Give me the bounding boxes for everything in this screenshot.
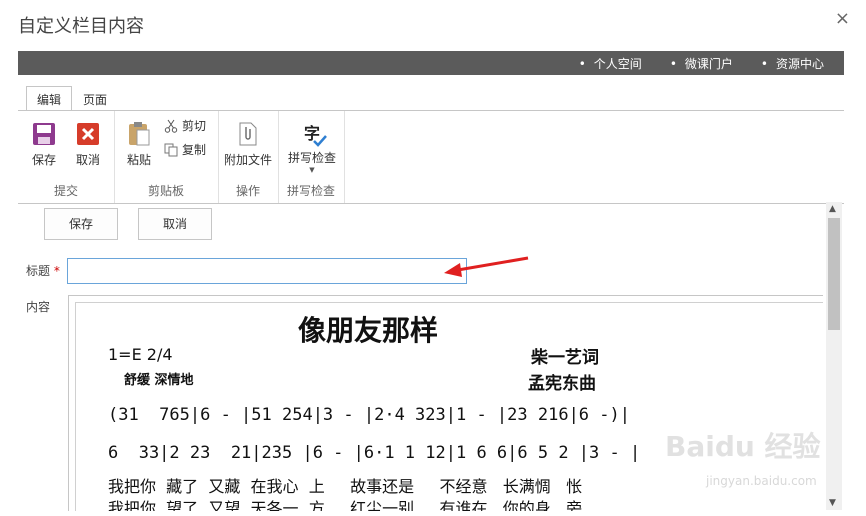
top-nav-bar: • 个人空间 • 微课门户 • 资源中心 (18, 51, 844, 75)
baidu-watermark: Baidu 经验 (665, 430, 821, 463)
tab-page[interactable]: 页面 (72, 86, 118, 113)
ribbon-cancel-button[interactable]: 取消 (70, 121, 106, 168)
notation-line-1: (31 765|6 - |51 254|3 - |2·4 323|1 - |23… (108, 405, 630, 425)
close-icon[interactable]: × (835, 8, 850, 29)
group-label-actions: 操作 (235, 184, 260, 198)
cut-label: 剪切 (182, 119, 207, 133)
copy-label: 复制 (182, 143, 207, 157)
spell-check-icon: 字 (299, 119, 327, 147)
tab-edit[interactable]: 编辑 (26, 86, 73, 113)
paperclip-document-icon (235, 121, 261, 147)
title-label: 标题 * (26, 262, 60, 279)
spell-check-button[interactable]: 字 拼写检查 ▼ (284, 119, 340, 174)
paste-button[interactable]: 粘贴 (122, 121, 156, 168)
ribbon-cancel-label: 取消 (75, 153, 100, 167)
bullet-icon: • (760, 56, 768, 71)
nav-label: 微课门户 (684, 56, 733, 71)
ribbon-group-actions: 附加文件 操作 (218, 111, 279, 203)
tempo-mood: 舒缓 深情地 (124, 373, 194, 388)
group-label-spelling: 拼写检查 (286, 184, 335, 198)
ribbon: 保存 取消 提交 粘贴 剪切 复制 剪贴板 附加文件 操作 字 拼写检查 ▼ 拼… (18, 110, 844, 204)
lyricist: 柴一艺词 (531, 348, 599, 368)
cancel-button[interactable]: 取消 (138, 208, 212, 240)
ribbon-group-clipboard: 粘贴 剪切 复制 剪贴板 (114, 111, 219, 203)
dialog-title: 自定义栏目内容 (18, 16, 144, 37)
vertical-scrollbar[interactable]: ▲ ▼ (826, 202, 842, 510)
nav-personal-space[interactable]: • 个人空间 (579, 55, 642, 72)
floppy-disk-icon (31, 121, 57, 147)
copy-button[interactable]: 复制 (164, 141, 206, 158)
baidu-watermark-url: jingyan.baidu.com (706, 474, 817, 488)
nav-microcourse-portal[interactable]: • 微课门户 (670, 55, 733, 72)
group-label-submit: 提交 (53, 184, 78, 198)
nav-resource-center[interactable]: • 资源中心 (761, 55, 824, 72)
title-input[interactable] (67, 258, 467, 284)
title-label-text: 标题 (26, 264, 51, 278)
paste-label: 粘贴 (126, 153, 151, 167)
cut-button[interactable]: 剪切 (164, 117, 206, 134)
chevron-down-icon: ▼ (309, 166, 315, 174)
scroll-up-icon[interactable]: ▲ (829, 204, 836, 214)
scissors-icon (164, 119, 178, 133)
annotation-arrow-icon (444, 256, 529, 277)
key-signature: 1=E 2/4 (108, 345, 173, 364)
attach-file-button[interactable]: 附加文件 (222, 121, 274, 168)
spell-check-label: 拼写检查 (287, 151, 336, 165)
song-title: 像朋友那样 (298, 314, 439, 347)
required-marker: * (53, 264, 60, 278)
lyrics-line-1: 我把你 藏了 又藏 在我心 上 故事还是 不经意 长满惆 怅 (108, 477, 583, 496)
save-button[interactable]: 保存 (44, 208, 118, 240)
cancel-x-icon (75, 121, 101, 147)
bullet-icon: • (578, 56, 586, 71)
ribbon-group-spelling: 字 拼写检查 ▼ 拼写检查 (278, 111, 345, 203)
copy-icon (164, 143, 178, 156)
ribbon-save-label: 保存 (31, 153, 56, 167)
attach-file-label: 附加文件 (223, 153, 272, 167)
nav-label: 资源中心 (775, 56, 824, 71)
ribbon-save-button[interactable]: 保存 (26, 121, 62, 168)
nav-label: 个人空间 (593, 56, 642, 71)
ribbon-group-submit: 保存 取消 提交 (18, 111, 115, 203)
scrollbar-thumb[interactable] (828, 218, 840, 330)
clipboard-paste-icon (126, 121, 152, 147)
notation-line-2: 6 33|2 23 21|235 |6 - |6·1 1 12|1 6 6|6 … (108, 443, 641, 463)
content-label: 内容 (26, 300, 51, 314)
bullet-icon: • (669, 56, 677, 71)
composer: 孟宪东曲 (528, 374, 596, 394)
lyrics-line-2: 我把你 望了 又望 天各一 方 红尘一别 有谁在 你的身 旁 (108, 499, 583, 511)
scroll-down-icon[interactable]: ▼ (829, 498, 836, 508)
group-label-clipboard: 剪贴板 (147, 184, 184, 198)
